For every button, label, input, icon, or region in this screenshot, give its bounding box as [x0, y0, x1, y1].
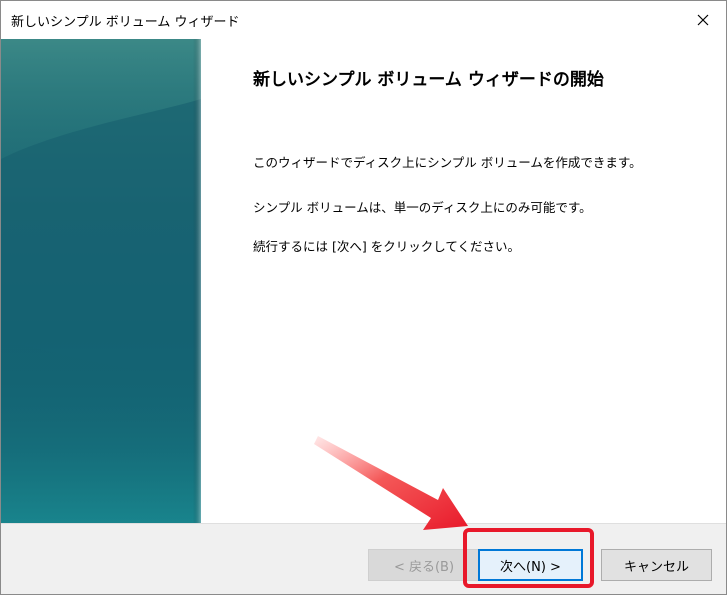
title-bar: 新しいシンプル ボリューム ウィザード [1, 1, 726, 39]
button-bar: < 戻る(B) 次へ(N) > キャンセル [1, 523, 726, 594]
next-button[interactable]: 次へ(N) > [478, 549, 583, 581]
close-button[interactable] [680, 1, 726, 39]
wizard-window: 新しいシンプル ボリューム ウィザード 新しいシンプル ボリューム ウィザードの… [0, 0, 727, 595]
description-line-2: シンプル ボリュームは、単一のディスク上にのみ可能です。 [253, 200, 592, 215]
description-line-1: このウィザードでディスク上にシンプル ボリュームを作成できます。 [253, 155, 642, 170]
page-title: 新しいシンプル ボリューム ウィザードの開始 [253, 70, 604, 90]
close-icon [697, 14, 709, 26]
wizard-content: 新しいシンプル ボリューム ウィザードの開始 このウィザードでディスク上にシンプ… [201, 39, 726, 523]
back-button[interactable]: < 戻る(B) [368, 549, 480, 581]
description-line-3: 続行するには [次へ] をクリックしてください。 [253, 239, 520, 254]
window-title: 新しいシンプル ボリューム ウィザード [11, 15, 240, 30]
cancel-button[interactable]: キャンセル [601, 549, 712, 581]
wizard-side-banner [1, 39, 201, 523]
